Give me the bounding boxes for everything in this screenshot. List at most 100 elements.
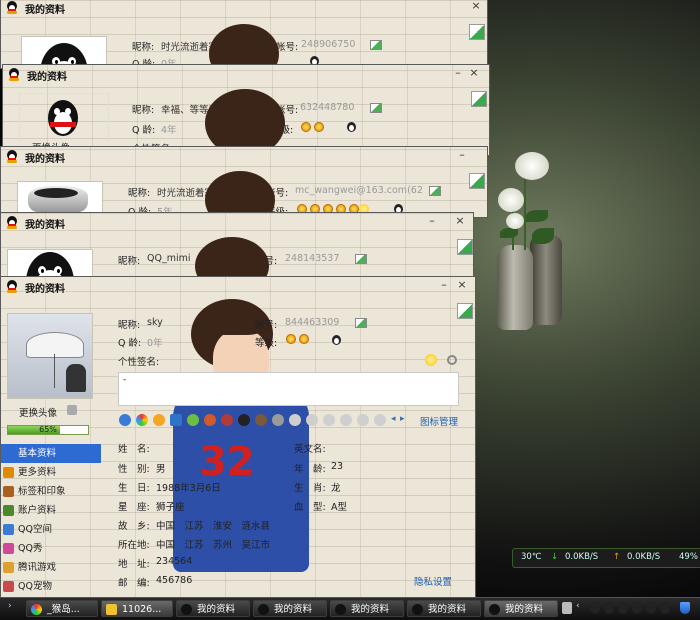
close-button[interactable]: × [455, 278, 469, 292]
flag-icon[interactable] [429, 186, 441, 196]
chevron-left-icon[interactable]: ◂ [391, 414, 396, 424]
minimize-button[interactable]: – [437, 278, 451, 292]
title-bar[interactable]: 我的资料 – × [3, 65, 489, 85]
chevron-right-icon[interactable]: ▸ [400, 414, 405, 424]
close-button[interactable]: × [453, 214, 467, 228]
sidebar-item-5[interactable]: QQ秀 [1, 539, 101, 558]
qq-search-icon[interactable] [119, 414, 131, 426]
qq-tray-icon[interactable] [590, 602, 600, 614]
window-title: 我的资料 [25, 5, 65, 16]
avatar[interactable] [7, 313, 93, 399]
game-badge-icon[interactable] [255, 414, 267, 426]
minimize-button[interactable]: – [425, 214, 439, 228]
blood-value[interactable]: A型 [331, 499, 347, 513]
color-wheel-icon[interactable] [136, 414, 148, 426]
chinese-zodiac-value[interactable]: 龙 [331, 480, 341, 494]
keyboard-icon[interactable] [562, 602, 572, 614]
chevron-left-icon[interactable]: ‹ [576, 601, 580, 611]
house-icon[interactable] [204, 414, 216, 426]
heart-icon[interactable] [323, 414, 335, 426]
avatar[interactable] [19, 93, 109, 147]
profile-window-4[interactable]: 我的资料 – × 昵称: QQ_mimi 帐号: 248143537 [0, 212, 474, 282]
taskbar-item-profile[interactable]: 我的资料 [176, 600, 250, 617]
camera-icon[interactable] [67, 405, 77, 415]
diamond-icon[interactable] [374, 414, 386, 426]
hometown-value[interactable]: 中国 江苏 淮安 涟水县 [156, 518, 270, 532]
taskbar-item-profile[interactable]: 我的资料 [253, 600, 327, 617]
qq-tray-icon[interactable] [618, 602, 628, 614]
penguin-badge-icon[interactable] [238, 414, 250, 426]
phone-icon[interactable] [170, 414, 182, 426]
flag-icon[interactable] [355, 254, 367, 264]
minimize-button[interactable]: – [451, 66, 465, 80]
title-bar[interactable]: 我的资料 × [1, 0, 487, 18]
sidebar-item-3[interactable]: 账户资料 [1, 501, 101, 520]
skin-icon[interactable] [457, 239, 473, 255]
postcode-value[interactable]: 456786 [156, 575, 192, 586]
taskbar-item-profile-active[interactable]: 我的资料 [484, 600, 558, 617]
account-value: 632448780 [300, 102, 355, 113]
skin-icon[interactable] [471, 91, 487, 107]
qq-tray-icon[interactable] [632, 602, 642, 614]
english-name-label: 英文名: [294, 444, 326, 455]
crown-icon [314, 122, 324, 132]
signature-input[interactable]: - [118, 372, 459, 406]
shield-icon[interactable] [680, 602, 690, 614]
location-value[interactable]: 中国 江苏 苏州 吴江市 [156, 537, 270, 551]
skin-icon[interactable] [469, 173, 485, 189]
address-value[interactable]: 234564 [156, 556, 192, 567]
level-label: 等级: [255, 338, 278, 349]
sidebar-item-7[interactable]: QQ宠物 [1, 577, 101, 596]
qq-tray-icon[interactable] [660, 602, 670, 614]
minimize-button[interactable]: – [455, 148, 469, 162]
gender-value[interactable]: 男 [156, 461, 166, 475]
heart-icon[interactable] [289, 414, 301, 426]
taskbar-item-browser[interactable]: _猴岛... [26, 600, 98, 617]
qq-age-label: Q 龄: [132, 125, 156, 136]
flag-icon[interactable] [370, 40, 382, 50]
taskbar-item-profile[interactable]: 我的资料 [330, 600, 404, 617]
flag-icon[interactable] [370, 103, 382, 113]
flag-icon[interactable] [355, 318, 367, 328]
sidebar-item-1[interactable]: 更多资料 [1, 463, 101, 482]
sidebar-item-label: 腾讯游戏 [18, 562, 57, 573]
diamond-icon[interactable] [340, 414, 352, 426]
profile-window-2[interactable]: 我的资料 – × 更换头像 昵称: 幸福、等等我 帐号: 632448780 Q… [2, 64, 490, 156]
account-icon [3, 505, 14, 516]
skin-icon[interactable] [457, 303, 473, 319]
sun-badge-icon[interactable] [153, 414, 165, 426]
close-button[interactable]: × [467, 66, 481, 80]
music-icon[interactable] [187, 414, 199, 426]
change-avatar-link[interactable]: 更换头像 [19, 405, 57, 419]
skin-icon[interactable] [469, 24, 485, 40]
title-bar[interactable]: 我的资料 – [1, 147, 487, 167]
diamond-icon[interactable] [357, 414, 369, 426]
profile-window-3[interactable]: 我的资料 – 昵称: 时光流逝着寂寞韵 帐号: mc_wangwei@163.c… [0, 146, 488, 218]
privacy-settings-link[interactable]: 隐私设置 [414, 574, 452, 588]
title-bar[interactable]: 我的资料 – × [1, 213, 473, 233]
pet-badge-icon[interactable] [221, 414, 233, 426]
qq-tray-icon[interactable] [646, 602, 656, 614]
taskbar-item-folder[interactable]: 11026... [101, 600, 173, 617]
badge-icon[interactable] [272, 414, 284, 426]
close-button[interactable]: × [469, 0, 483, 13]
heart-icon[interactable] [306, 414, 318, 426]
taskbar-item-profile[interactable]: 我的资料 [407, 600, 481, 617]
age-value[interactable]: 23 [331, 461, 343, 472]
hat-brim [34, 188, 78, 198]
profile-window-main[interactable]: 我的资料 – × 32 更换头像 65% 昵称: sky 帐号: 8444633… [0, 276, 476, 598]
sidebar-item-2[interactable]: 标签和印象 [1, 482, 101, 501]
qq-tray-icon[interactable] [604, 602, 614, 614]
refresh-icon[interactable] [447, 355, 457, 365]
birthday-value[interactable]: 1988年3月6日 [156, 480, 221, 494]
sidebar-item-4[interactable]: QQ空间 [1, 520, 101, 539]
chevron-right-icon[interactable]: › [8, 601, 12, 611]
title-bar[interactable]: 我的资料 – × [1, 277, 475, 297]
system-monitor[interactable]: 30℃ ↓ 0.0KB/S ↑ 0.0KB/S 49% [512, 548, 700, 568]
profile-window-1[interactable]: 我的资料 × 昵称: 时光流逝着寂寞韵 帐号: 248906750 Q 龄: 0… [0, 0, 488, 69]
zodiac-value[interactable]: 狮子座 [156, 499, 185, 513]
sidebar-item-6[interactable]: 腾讯游戏 [1, 558, 101, 577]
sun-icon[interactable] [425, 354, 437, 366]
sidebar-item-0[interactable]: 基本资料 [1, 444, 101, 463]
icon-manage-link[interactable]: 图标管理 [420, 414, 458, 428]
